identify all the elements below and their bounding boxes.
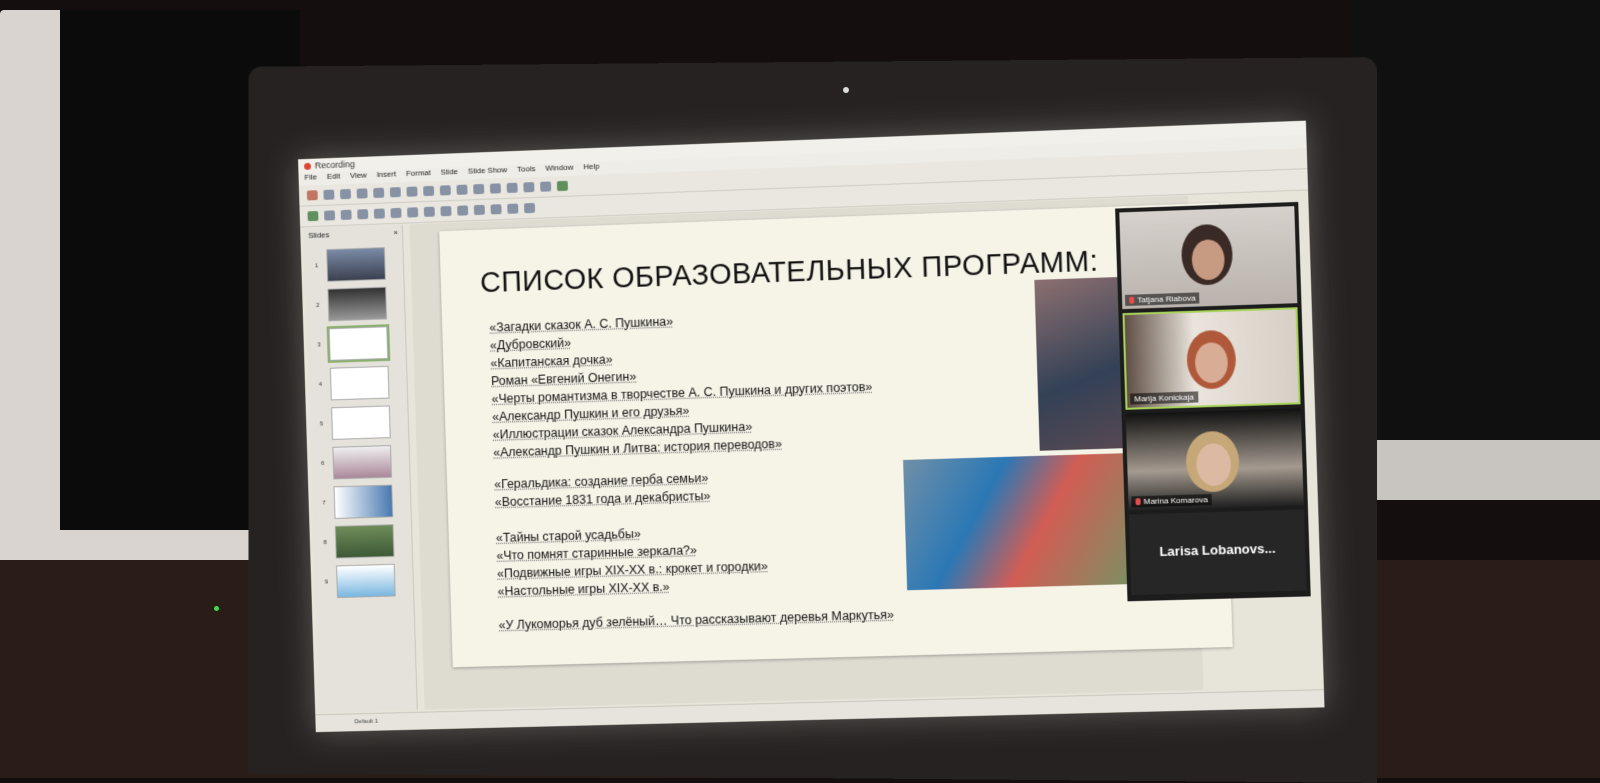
participant-tile[interactable]: Tatjana Riabova — [1119, 206, 1298, 310]
program-item: «Тайны старой усадьбы» — [495, 526, 641, 545]
chart-icon[interactable] — [540, 181, 552, 192]
participant-name: Tatjana Riabova — [1124, 292, 1200, 307]
background-monitor-right — [1350, 0, 1600, 500]
thumb-number: 6 — [321, 460, 325, 467]
program-item: «Что помнят старинные зеркала?» — [496, 543, 698, 563]
thumb-number: 8 — [323, 539, 327, 546]
slide-thumbnail[interactable]: 7 — [322, 484, 411, 520]
menu-slide[interactable]: Slide — [440, 167, 458, 181]
thumb-number: 7 — [322, 499, 326, 507]
program-item: «Подвижные игры XIX-XX в.: крокет и горо… — [496, 559, 768, 581]
participant-name: Marija Konickaja — [1130, 391, 1199, 405]
participant-name: Marina Komarova — [1131, 493, 1213, 508]
select-icon[interactable] — [307, 210, 319, 222]
thumb-number: 3 — [317, 341, 321, 348]
program-item: «Геральдика: создание герба семьи» — [494, 470, 709, 492]
slide-thumbnail[interactable]: 2 — [316, 286, 405, 322]
undo-icon[interactable] — [439, 185, 451, 196]
new-document-icon[interactable] — [306, 190, 318, 201]
table-icon[interactable] — [506, 182, 518, 194]
smiley-icon[interactable] — [490, 204, 502, 215]
slide-thumbnail[interactable]: 8 — [323, 524, 412, 559]
program-item: Роман «Евгений Онегин» — [490, 369, 637, 389]
connector-icon[interactable] — [457, 205, 469, 216]
menu-help[interactable]: Help — [583, 162, 600, 176]
program-item: «Настольные игры XIX-XX в.» — [497, 579, 670, 599]
slide-thumbnail[interactable]: 9 — [324, 563, 413, 599]
recording-icon — [303, 162, 312, 170]
menu-view[interactable]: View — [350, 171, 367, 184]
open-icon[interactable] — [323, 189, 335, 200]
3d-object-icon[interactable] — [523, 202, 536, 214]
program-item: «Капитанская дочка» — [490, 352, 613, 371]
active-tool-icon[interactable] — [556, 180, 568, 192]
program-item: «Дубровский» — [489, 335, 572, 353]
thumb-number: 1 — [314, 262, 319, 269]
menu-slide-show[interactable]: Slide Show — [468, 165, 508, 179]
zoom-icon[interactable] — [324, 210, 336, 221]
mic-muted-icon — [1129, 296, 1135, 304]
power-led — [214, 606, 219, 611]
window-title: Recording — [314, 159, 356, 171]
paste-icon[interactable] — [423, 185, 435, 197]
menu-insert[interactable]: Insert — [376, 169, 396, 183]
thumb-number: 2 — [316, 302, 320, 309]
slides-pane: Slides × 1 2 3 4 5 6 7 8 9 — [304, 224, 418, 713]
image-icon[interactable] — [523, 182, 535, 193]
program-item: «Восстание 1831 года и декабристы» — [494, 488, 711, 510]
fill-color-icon[interactable] — [357, 209, 369, 220]
slide-thumbnail[interactable]: 1 — [315, 246, 404, 282]
rectangle-icon[interactable] — [390, 207, 402, 219]
thumb-number: 9 — [324, 579, 329, 586]
ellipse-icon[interactable] — [407, 207, 419, 218]
line-icon[interactable] — [373, 208, 385, 219]
save-icon[interactable] — [339, 188, 352, 200]
slide-canvas: СПИСОК ОБРАЗОВАТЕЛЬНЫХ ПРОГРАММ: «Загадк… — [409, 195, 1233, 710]
spelling-icon[interactable] — [489, 183, 501, 194]
shapes-icon[interactable] — [473, 204, 485, 216]
laptop-screen: Recording File Edit View Insert Format S… — [298, 120, 1325, 733]
zoom-video-panel: Tatjana Riabova Marija Konickaja Marina … — [1115, 201, 1311, 602]
menu-window[interactable]: Window — [545, 163, 573, 177]
menu-edit[interactable]: Edit — [327, 172, 341, 185]
line-color-icon[interactable] — [340, 209, 352, 221]
slide-thumbnail[interactable]: 5 — [319, 405, 408, 440]
program-item: «У Лукоморья дуб зелёный… Что рассказыва… — [498, 607, 895, 633]
thumb-number: 5 — [319, 420, 324, 427]
close-pane-icon[interactable]: × — [393, 228, 398, 237]
participant-tile-active-speaker[interactable]: Marija Konickaja — [1122, 307, 1301, 410]
slide-thumbnail[interactable]: 6 — [321, 444, 410, 480]
participant-name-large: Larisa Lobanovs... — [1159, 540, 1276, 560]
menu-format[interactable]: Format — [406, 168, 431, 182]
mic-muted-icon — [1135, 498, 1141, 506]
current-slide[interactable]: СПИСОК ОБРАЗОВАТЕЛЬНЫХ ПРОГРАММ: «Загадк… — [439, 202, 1233, 668]
arrow-icon[interactable] — [423, 206, 435, 217]
slide-photo-workshop — [903, 453, 1130, 591]
program-item: «Александр Пушкин и его друзья» — [491, 403, 690, 424]
thumb-number: 4 — [318, 381, 323, 388]
cut-icon[interactable] — [389, 187, 401, 198]
slide-title: СПИСОК ОБРАЗОВАТЕЛЬНЫХ ПРОГРАММ: — [479, 245, 1099, 300]
participant-tile-no-video[interactable]: Larisa Lobanovs... — [1128, 509, 1307, 596]
program-item: «Загадки сказок А. С. Пушкина» — [489, 314, 674, 335]
slides-pane-header: Slides × — [304, 225, 402, 243]
webcam — [843, 87, 849, 93]
export-pdf-icon[interactable] — [356, 188, 368, 199]
slides-pane-title: Slides — [308, 230, 330, 240]
star-icon[interactable] — [507, 203, 519, 214]
slide-thumbnail[interactable]: 4 — [318, 365, 407, 401]
curve-icon[interactable] — [440, 206, 452, 217]
menu-file[interactable]: File — [304, 172, 317, 185]
print-icon[interactable] — [373, 187, 385, 199]
slide-thumbnail-active[interactable]: 3 — [317, 324, 406, 363]
copy-icon[interactable] — [406, 186, 418, 197]
find-replace-icon[interactable] — [473, 183, 485, 195]
participant-tile[interactable]: Marina Komarova — [1125, 408, 1304, 511]
redo-icon[interactable] — [456, 184, 468, 195]
layout-name: Default 1 — [354, 718, 379, 726]
menu-tools[interactable]: Tools — [517, 164, 536, 178]
